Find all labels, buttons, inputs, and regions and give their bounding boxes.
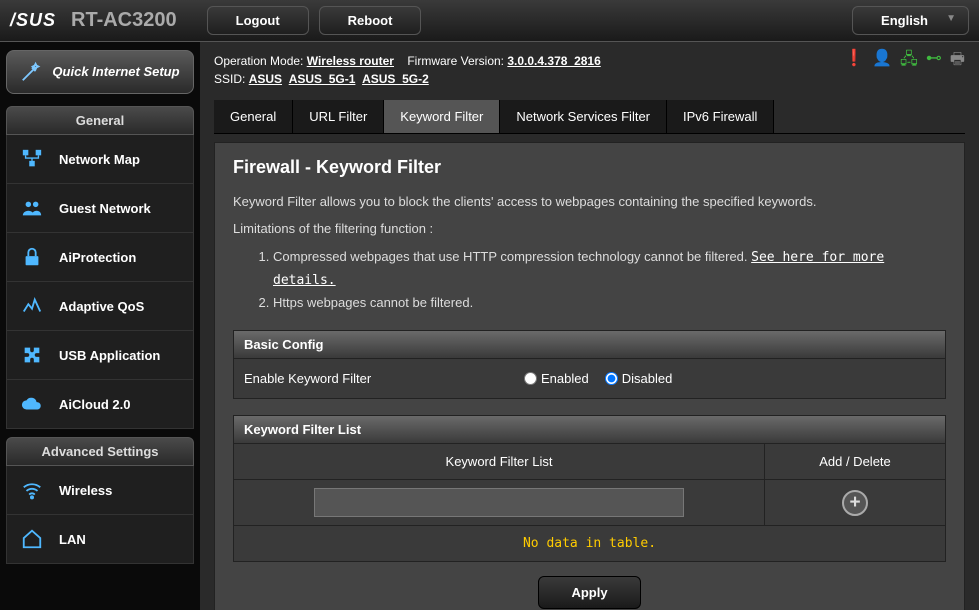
col-keyword: Keyword Filter List [234, 444, 765, 479]
content-panel: Firewall - Keyword Filter Keyword Filter… [214, 142, 965, 610]
enabled-radio-label[interactable]: Enabled [524, 371, 589, 386]
enabled-radio[interactable] [524, 372, 537, 385]
tab-url-filter[interactable]: URL Filter [293, 100, 384, 133]
language-select[interactable]: English [852, 6, 969, 35]
sidebar: Quick Internet Setup General Network Map… [0, 42, 200, 610]
advanced-section-header: Advanced Settings [6, 437, 194, 466]
sidebar-item-label: AiCloud 2.0 [59, 397, 131, 412]
tab-network-services-filter[interactable]: Network Services Filter [500, 100, 667, 133]
keyword-input-row: + [233, 480, 946, 526]
qis-label: Quick Internet Setup [52, 64, 179, 81]
puzzle-icon [19, 344, 45, 366]
usb-icon[interactable]: ⊷ [926, 48, 942, 75]
sidebar-item-label: LAN [59, 532, 86, 547]
sidebar-item-aiprotection[interactable]: AiProtection [6, 233, 194, 282]
sidebar-item-adaptive-qos[interactable]: Adaptive QoS [6, 282, 194, 331]
disabled-radio-label[interactable]: Disabled [605, 371, 673, 386]
internet-icon[interactable]: 🖧 [900, 48, 918, 75]
logout-button[interactable]: Logout [207, 6, 309, 35]
lock-icon [19, 246, 45, 268]
quick-internet-setup-button[interactable]: Quick Internet Setup [6, 50, 194, 94]
qos-icon [19, 295, 45, 317]
sidebar-item-label: Guest Network [59, 201, 151, 216]
panel-description: Keyword Filter allows you to block the c… [233, 194, 946, 209]
wifi-icon [19, 479, 45, 501]
status-icons: ❗ 👤 🖧 ⊷ 🖶 [844, 48, 965, 75]
limitations-label: Limitations of the filtering function : [233, 221, 946, 236]
guest-network-icon [19, 197, 45, 219]
cloud-icon [19, 393, 45, 415]
ssid-link[interactable]: ASUS_5G-1 [289, 72, 356, 86]
general-section-header: General [6, 106, 194, 135]
sidebar-item-label: AiProtection [59, 250, 136, 265]
col-action: Add / Delete [765, 444, 945, 479]
printer-icon[interactable]: 🖶 [950, 48, 965, 75]
network-map-icon [19, 148, 45, 170]
reboot-button[interactable]: Reboot [319, 6, 422, 35]
enable-label: Enable Keyword Filter [244, 371, 524, 386]
brand-logo: /SUS [10, 10, 56, 31]
tab-ipv6-firewall[interactable]: IPv6 Firewall [667, 100, 774, 133]
model-name: RT-AC3200 [71, 9, 177, 32]
sidebar-item-wireless[interactable]: Wireless [6, 466, 194, 515]
disabled-radio[interactable] [605, 372, 618, 385]
sidebar-item-label: Network Map [59, 152, 140, 167]
op-mode-link[interactable]: Wireless router [307, 54, 394, 68]
main-content: ❗ 👤 🖧 ⊷ 🖶 Operation Mode: Wireless route… [200, 42, 979, 610]
apply-button[interactable]: Apply [538, 576, 640, 609]
no-data-message: No data in table. [233, 526, 946, 562]
panel-title: Firewall - Keyword Filter [233, 157, 946, 178]
notification-icon[interactable]: ❗ [844, 48, 864, 75]
table-header: Keyword Filter List Add / Delete [233, 444, 946, 480]
fw-version-link[interactable]: 3.0.0.4.378_2816 [507, 54, 600, 68]
sidebar-item-label: USB Application [59, 348, 160, 363]
home-icon [19, 528, 45, 550]
sidebar-item-guest-network[interactable]: Guest Network [6, 184, 194, 233]
ssid-link[interactable]: ASUS [249, 72, 282, 86]
keyword-input[interactable] [314, 488, 684, 517]
sidebar-item-network-map[interactable]: Network Map [6, 135, 194, 184]
ssid-link[interactable]: ASUS_5G-2 [362, 72, 429, 86]
sidebar-item-label: Adaptive QoS [59, 299, 144, 314]
keyword-filter-list-header: Keyword Filter List [233, 415, 946, 444]
tab-general[interactable]: General [214, 100, 293, 133]
tabs: General URL Filter Keyword Filter Networ… [214, 100, 965, 134]
sidebar-item-label: Wireless [59, 483, 112, 498]
basic-config-header: Basic Config [233, 330, 946, 359]
tab-keyword-filter[interactable]: Keyword Filter [384, 100, 500, 133]
clients-icon[interactable]: 👤 [872, 48, 892, 75]
add-keyword-button[interactable]: + [842, 490, 868, 516]
limitations-list: Compressed webpages that use HTTP compre… [273, 246, 946, 314]
sidebar-item-usb-application[interactable]: USB Application [6, 331, 194, 380]
sidebar-item-lan[interactable]: LAN [6, 515, 194, 564]
wand-icon [20, 61, 42, 83]
enable-keyword-filter-row: Enable Keyword Filter Enabled Disabled [233, 359, 946, 399]
sidebar-item-aicloud[interactable]: AiCloud 2.0 [6, 380, 194, 429]
